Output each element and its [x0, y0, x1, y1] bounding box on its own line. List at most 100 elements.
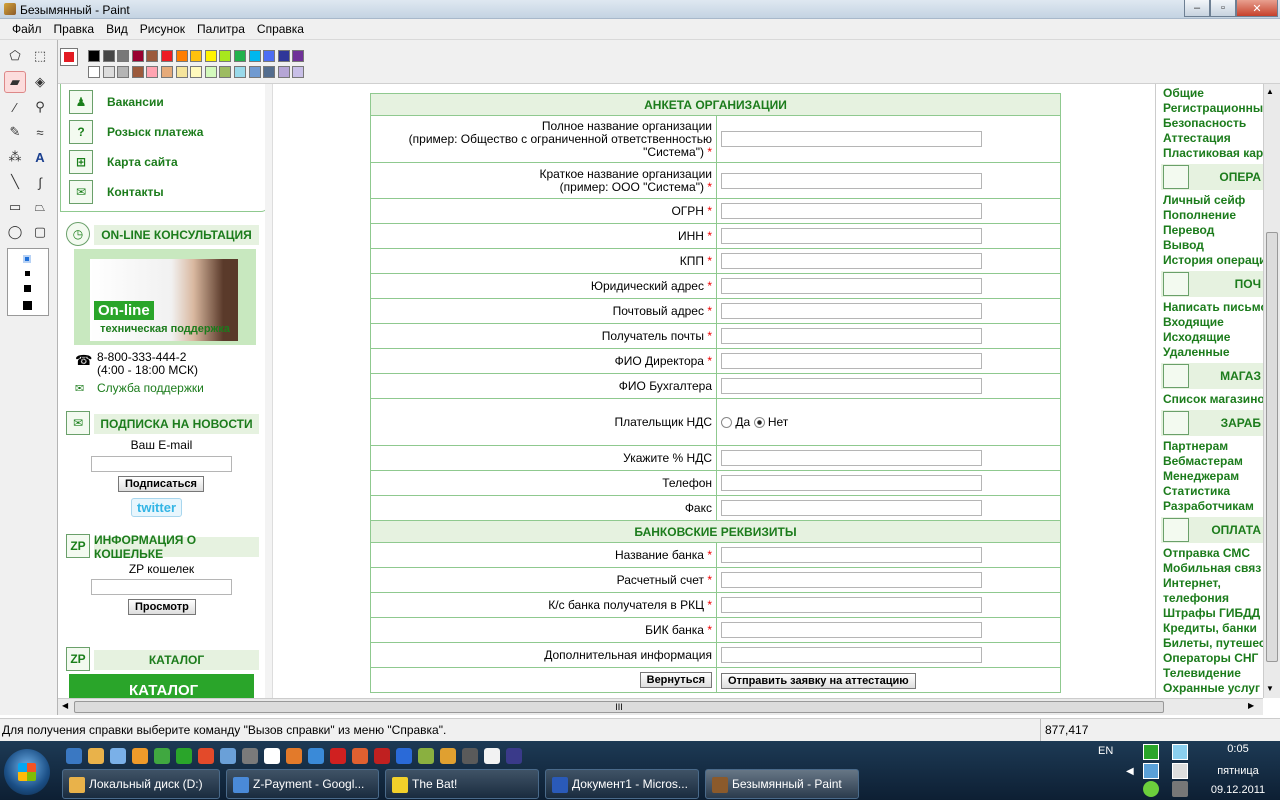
curve-tool-icon[interactable]: ∫ — [29, 171, 51, 193]
taskbar-button[interactable]: Безымянный - Paint — [705, 769, 859, 799]
palette-swatch[interactable] — [292, 66, 305, 78]
quick-launch-icon[interactable] — [264, 748, 280, 764]
twitter-button[interactable]: twitter — [131, 498, 182, 517]
fax-input[interactable] — [721, 500, 982, 516]
right-nav-link[interactable]: Билеты, путешес — [1163, 636, 1266, 650]
palette-swatch[interactable] — [248, 66, 261, 78]
palette-swatch[interactable] — [204, 66, 217, 78]
quick-launch-icon[interactable] — [198, 748, 214, 764]
nav-contacts[interactable]: Контакты — [107, 185, 164, 199]
right-nav-link[interactable]: Перевод — [1163, 223, 1214, 237]
phone-input[interactable] — [721, 475, 982, 491]
view-wallet-button[interactable]: Просмотр — [128, 599, 196, 615]
horizontal-scroll-thumb[interactable]: III — [74, 701, 1164, 713]
right-nav-link[interactable]: Операторы СНГ — [1163, 651, 1258, 665]
right-nav-link[interactable]: Телевидение — [1163, 666, 1241, 680]
tray-update-icon[interactable] — [1143, 781, 1159, 797]
minimize-button[interactable]: – — [1184, 0, 1210, 17]
tray-volume-icon[interactable] — [1172, 763, 1188, 779]
quick-launch-icon[interactable] — [286, 748, 302, 764]
eraser-tool-icon[interactable]: ▰ — [4, 71, 26, 93]
kpp-input[interactable] — [721, 253, 982, 269]
online-support-banner[interactable]: On-line техническая поддержка — [74, 249, 256, 345]
submit-attestation-button[interactable]: Отправить заявку на аттестацию — [721, 673, 916, 689]
vat-no-radio[interactable] — [753, 417, 765, 429]
palette-swatch[interactable] — [292, 50, 305, 62]
right-nav-link[interactable]: Партнерам — [1163, 439, 1228, 453]
start-button[interactable] — [4, 749, 50, 795]
canvas-horizontal-scrollbar[interactable]: ◀ III ▶ — [58, 698, 1263, 715]
pencil-tool-icon[interactable]: ✎ — [4, 121, 26, 143]
canvas-vertical-scrollbar[interactable]: ▲ ▼ — [1263, 84, 1280, 698]
support-link[interactable]: Служба поддержки — [97, 381, 204, 395]
bik-input[interactable] — [721, 622, 982, 638]
quick-launch-icon[interactable] — [440, 748, 456, 764]
palette-swatch[interactable] — [219, 66, 232, 78]
corr-account-input[interactable] — [721, 597, 982, 613]
postal-address-input[interactable] — [721, 303, 982, 319]
right-nav-link[interactable]: Статистика — [1163, 484, 1230, 498]
palette-swatch[interactable] — [88, 50, 100, 62]
quick-launch-icon[interactable] — [242, 748, 258, 764]
legal-address-input[interactable] — [721, 278, 982, 294]
primary-color-frame[interactable] — [60, 48, 78, 66]
palette-swatch[interactable] — [190, 50, 203, 62]
palette-swatch[interactable] — [175, 66, 188, 78]
back-button[interactable]: Вернуться — [639, 672, 712, 688]
quick-launch-icon[interactable] — [418, 748, 434, 764]
right-nav-link[interactable]: Вебмастерам — [1163, 454, 1243, 468]
right-nav-link[interactable]: Список магазино — [1163, 392, 1265, 406]
quick-launch-icon[interactable] — [330, 748, 346, 764]
rect-select-tool-icon[interactable]: ⬚ — [29, 45, 51, 67]
scroll-up-icon[interactable]: ▲ — [1266, 87, 1274, 96]
quick-launch-icon[interactable] — [352, 748, 368, 764]
polygon-tool-icon[interactable]: ⏢ — [29, 196, 51, 218]
canvas-image[interactable]: ♟ Вакансии ? Розыск платежа ⊞ Карта сайт… — [58, 84, 1268, 698]
quick-launch-icon[interactable] — [110, 748, 126, 764]
palette-swatch[interactable] — [175, 50, 188, 62]
accountant-input[interactable] — [721, 378, 982, 394]
subscribe-button[interactable]: Подписаться — [118, 476, 204, 492]
tray-flag-icon[interactable] — [1172, 781, 1188, 797]
wallet-input[interactable] — [91, 579, 232, 595]
menu-edit[interactable]: Правка — [48, 22, 101, 36]
tray-zpayment-icon[interactable] — [1143, 744, 1159, 760]
right-nav-link[interactable]: Безопасность — [1163, 116, 1246, 130]
ellipse-tool-icon[interactable]: ◯ — [4, 221, 26, 243]
palette-swatch[interactable] — [234, 66, 246, 78]
right-nav-link[interactable]: История операци — [1163, 253, 1266, 267]
palette-swatch[interactable] — [117, 50, 130, 62]
vat-percent-input[interactable] — [721, 450, 982, 466]
palette-swatch[interactable] — [219, 50, 232, 62]
menu-image[interactable]: Рисунок — [134, 22, 191, 36]
airbrush-tool-icon[interactable]: ⁂ — [4, 146, 26, 168]
free-select-tool-icon[interactable]: ⬠ — [4, 45, 26, 67]
email-input[interactable] — [91, 456, 232, 472]
bank-name-input[interactable] — [721, 547, 982, 563]
quick-launch-icon[interactable] — [88, 748, 104, 764]
quick-launch-icon[interactable] — [66, 748, 82, 764]
right-nav-link[interactable]: Аттестация — [1163, 131, 1231, 145]
menu-view[interactable]: Вид — [100, 22, 134, 36]
palette-swatch[interactable] — [161, 66, 173, 78]
account-input[interactable] — [721, 572, 982, 588]
quick-launch-icon[interactable] — [132, 748, 148, 764]
palette-swatch[interactable] — [131, 50, 144, 62]
palette-swatch[interactable] — [277, 66, 290, 78]
palette-swatch[interactable] — [263, 66, 276, 78]
right-nav-link[interactable]: Менеджерам — [1163, 469, 1239, 483]
nav-vacancies[interactable]: Вакансии — [107, 95, 164, 109]
scroll-right-icon[interactable]: ▶ — [1248, 701, 1254, 710]
quick-launch-icon[interactable] — [220, 748, 236, 764]
quick-launch-icon[interactable] — [154, 748, 170, 764]
line-tool-icon[interactable]: ╲ — [4, 171, 26, 193]
right-nav-link[interactable]: Охранные услуг — [1163, 681, 1260, 695]
nav-payment-search[interactable]: Розыск платежа — [107, 125, 203, 139]
fill-tool-icon[interactable]: ◈ — [29, 71, 51, 93]
palette-swatch[interactable] — [190, 66, 203, 78]
right-nav-link[interactable]: Регистрационны — [1163, 101, 1263, 115]
right-nav-link[interactable]: Личный сейф — [1163, 193, 1245, 207]
vat-yes-radio[interactable] — [721, 417, 732, 429]
short-name-input[interactable] — [721, 172, 982, 189]
maximize-button[interactable]: ▫ — [1210, 0, 1236, 17]
